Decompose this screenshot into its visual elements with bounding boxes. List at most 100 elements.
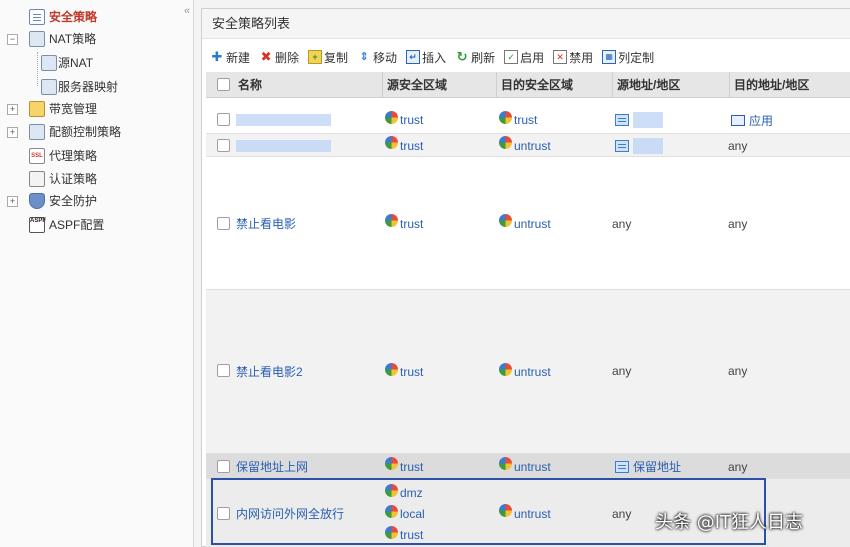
toolbar: ✚ 新建 ✖ 删除 + 复制 ⇕ 移动 ↵ 插入 ↻ 刷新 ✓ 启用 ✕ 禁用 ▦ 列定制 bbox=[202, 45, 850, 69]
column-header-src-addr[interactable]: 源地址/地区 bbox=[612, 72, 729, 98]
zone-entry[interactable]: trust bbox=[385, 362, 423, 383]
enable-button[interactable]: ✓ 启用 bbox=[504, 47, 544, 67]
zone-icon bbox=[385, 110, 398, 124]
address-entry[interactable]: 应用 bbox=[731, 110, 773, 131]
sidebar-item-label: NAT策略 bbox=[49, 32, 97, 46]
policy-name-link[interactable]: 禁止看电影 bbox=[236, 215, 296, 232]
expand-security-defense-icon[interactable]: + bbox=[7, 196, 18, 207]
enable-label: 启用 bbox=[520, 50, 545, 65]
collapse-nat-icon[interactable]: − bbox=[7, 34, 18, 45]
sidebar-item-bandwidth[interactable]: 带宽管理 bbox=[29, 99, 97, 119]
address-any: any bbox=[612, 216, 632, 231]
zone-icon bbox=[385, 362, 398, 376]
src-addr-cell: any bbox=[612, 157, 631, 290]
zone-entry[interactable]: untrust bbox=[499, 362, 551, 383]
column-header-src-zone[interactable]: 源安全区域 bbox=[382, 72, 496, 98]
sidebar-item-auth-policy[interactable]: 认证策略 bbox=[29, 169, 97, 189]
row-checkbox[interactable] bbox=[217, 217, 230, 230]
move-button[interactable]: ⇕ 移动 bbox=[357, 47, 397, 67]
table-row[interactable]: trust untrust any bbox=[206, 134, 850, 157]
sidebar-item-label: 代理策略 bbox=[49, 149, 98, 163]
dst-zone-cell: untrust bbox=[499, 454, 551, 479]
expand-quota-icon[interactable]: + bbox=[7, 127, 18, 138]
plus-icon: ✚ bbox=[211, 49, 223, 64]
zone-entry[interactable]: trust bbox=[385, 456, 423, 477]
policy-name-link[interactable]: 内网访问外网全放行 bbox=[236, 505, 344, 522]
zone-entry[interactable]: untrust bbox=[499, 503, 551, 524]
column-header-dst-addr[interactable]: 目的地址/地区 bbox=[729, 72, 850, 98]
sidebar-item-source-nat[interactable]: 源NAT bbox=[41, 53, 93, 73]
zone-entry[interactable]: trust bbox=[385, 525, 425, 546]
refresh-button[interactable]: ↻ 刷新 bbox=[455, 47, 495, 67]
zone-icon bbox=[499, 110, 512, 124]
address-name: 保留地址 bbox=[633, 460, 682, 474]
zone-name: untrust bbox=[514, 138, 551, 153]
table-row[interactable]: 保留地址上网 trust untrust 保留地址 any bbox=[206, 454, 850, 479]
policy-name-cell: 禁止看电影2 bbox=[236, 290, 303, 452]
zone-entry[interactable]: dmz bbox=[385, 483, 425, 504]
address-entry[interactable]: 保留地址 bbox=[615, 456, 681, 477]
table-row[interactable]: trust trust 应用 bbox=[206, 106, 850, 134]
zone-icon bbox=[499, 362, 512, 376]
row-checkbox[interactable] bbox=[217, 507, 230, 520]
dst-addr-cell: any bbox=[728, 157, 747, 290]
insert-button[interactable]: ↵ 插入 bbox=[406, 47, 446, 67]
address-entry[interactable] bbox=[615, 135, 663, 156]
sidebar-item-label: 认证策略 bbox=[49, 172, 98, 186]
delete-button[interactable]: ✖ 删除 bbox=[259, 47, 299, 67]
collapse-sidebar-icon[interactable]: « bbox=[181, 4, 193, 18]
dst-addr-cell: any bbox=[728, 454, 747, 479]
dst-zone-cell: trust bbox=[499, 106, 537, 134]
sidebar-item-proxy-policy[interactable]: SSL 代理策略 bbox=[29, 146, 97, 166]
sidebar-item-label: 安全策略 bbox=[49, 10, 98, 24]
zone-entry[interactable]: untrust bbox=[499, 213, 551, 234]
zone-entry[interactable]: untrust bbox=[499, 135, 551, 156]
sidebar-item-quota-control[interactable]: 配额控制策略 bbox=[29, 122, 121, 142]
table-header: 名称 源安全区域 目的安全区域 源地址/地区 目的地址/地区 bbox=[206, 72, 850, 98]
address-any: any bbox=[612, 506, 632, 521]
sidebar-item-nat-policy[interactable]: NAT策略 bbox=[29, 29, 96, 49]
zone-entry[interactable]: trust bbox=[385, 110, 423, 131]
sidebar-item-label: 安全防护 bbox=[49, 194, 98, 208]
zone-entry[interactable]: untrust bbox=[499, 456, 551, 477]
table-row[interactable]: 禁止看电影 trust untrust any any bbox=[206, 157, 850, 290]
column-customize-button[interactable]: ▦ 列定制 bbox=[602, 47, 654, 67]
row-checkbox[interactable] bbox=[217, 139, 230, 152]
copy-button[interactable]: + 复制 bbox=[308, 47, 348, 67]
monitor-icon bbox=[731, 114, 745, 126]
src-addr-cell bbox=[615, 106, 663, 134]
shield-icon bbox=[29, 193, 45, 209]
sidebar-item-aspf[interactable]: ASPF ASPF配置 bbox=[29, 215, 104, 235]
policy-name-link[interactable]: 保留地址上网 bbox=[236, 458, 308, 475]
policy-name-link[interactable]: 禁止看电影2 bbox=[236, 363, 303, 380]
src-zone-cell: trust bbox=[385, 134, 423, 157]
address-entry[interactable] bbox=[615, 110, 663, 131]
sidebar-item-label: 带宽管理 bbox=[49, 102, 98, 116]
row-checkbox[interactable] bbox=[217, 364, 230, 377]
insert-label: 插入 bbox=[422, 50, 447, 65]
zone-entry[interactable]: trust bbox=[499, 110, 537, 131]
expand-bandwidth-icon[interactable]: + bbox=[7, 104, 18, 115]
sidebar-item-security-defense[interactable]: 安全防护 bbox=[29, 191, 97, 211]
sidebar-item-security-policy[interactable]: 安全策略 bbox=[29, 7, 97, 27]
sidebar-item-label: 服务器映射 bbox=[58, 80, 119, 94]
zone-entry[interactable]: local bbox=[385, 504, 425, 525]
zone-entry[interactable]: trust bbox=[385, 135, 423, 156]
column-header-dst-zone[interactable]: 目的安全区域 bbox=[496, 72, 612, 98]
select-all-checkbox[interactable] bbox=[217, 78, 230, 91]
disable-button[interactable]: ✕ 禁用 bbox=[553, 47, 593, 67]
zone-icon bbox=[385, 457, 398, 470]
column-header-name[interactable]: 名称 bbox=[234, 72, 382, 98]
server-mapping-icon bbox=[41, 79, 57, 95]
new-button[interactable]: ✚ 新建 bbox=[210, 47, 250, 67]
zone-name: trust bbox=[400, 365, 424, 379]
table-row[interactable]: 禁止看电影2 trust untrust any any bbox=[206, 290, 850, 454]
source-nat-icon bbox=[41, 55, 57, 71]
move-label: 移动 bbox=[373, 50, 398, 65]
row-checkbox[interactable] bbox=[217, 113, 230, 126]
ssl-proxy-icon: SSL bbox=[29, 148, 45, 164]
new-label: 新建 bbox=[226, 50, 251, 65]
row-checkbox[interactable] bbox=[217, 460, 230, 473]
zone-entry[interactable]: trust bbox=[385, 213, 423, 234]
sidebar-item-server-mapping[interactable]: 服务器映射 bbox=[41, 77, 118, 97]
